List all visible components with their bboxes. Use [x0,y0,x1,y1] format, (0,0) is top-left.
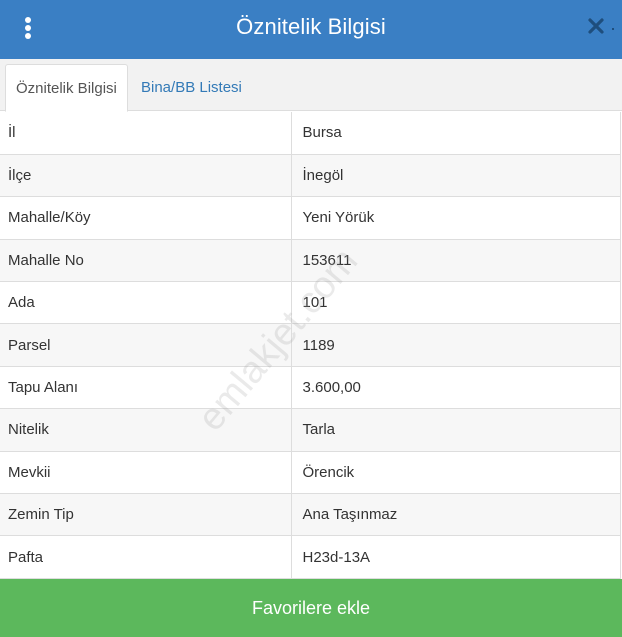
attribute-key: Ada [0,281,292,325]
attribute-key: Tapu Alanı [0,366,292,410]
table-row: Mahalle/Köy Yeni Yörük [0,196,621,240]
attribute-value: Bursa [291,112,621,155]
attribute-value: İnegöl [291,154,621,198]
table-row: Parsel 1189 [0,323,621,367]
table-row: Zemin Tip Ana Taşınmaz [0,493,621,537]
attribute-key: İlçe [0,154,292,198]
attribute-value: 3.600,00 [291,366,621,410]
attribute-value: Yeni Yörük [291,196,621,240]
add-to-favorites-button[interactable]: Favorilere ekle [0,579,622,637]
attribute-table-container: İl Bursa İlçe İnegöl Mahalle/Köy Yeni Yö… [0,112,622,579]
close-dot [612,28,614,30]
dialog-header: Öznitelik Bilgisi [0,0,622,59]
attribute-key: Mevkii [0,451,292,495]
table-row: Nitelik Tarla [0,408,621,452]
attribute-table: İl Bursa İlçe İnegöl Mahalle/Köy Yeni Yö… [0,112,621,579]
attribute-key: Pafta [0,535,292,579]
attribute-key: Mahalle/Köy [0,196,292,240]
attribute-key: Parsel [0,323,292,367]
attribute-key: Mahalle No [0,239,292,283]
attribute-key: Zemin Tip [0,493,292,537]
attribute-value: Ana Taşınmaz [291,493,621,537]
table-row: İl Bursa [0,112,621,155]
dialog-title: Öznitelik Bilgisi [236,14,386,39]
attribute-value: Örencik [291,451,621,495]
attribute-value: Tarla [291,408,621,452]
table-row: Ada 101 [0,281,621,325]
close-icon[interactable] [586,16,608,38]
table-row: Mevkii Örencik [0,451,621,495]
attribute-value: H23d-13A [291,535,621,579]
table-row: İlçe İnegöl [0,154,621,198]
attribute-value: 153611 [291,239,621,283]
attribute-key: İl [0,112,292,155]
attribute-value: 101 [291,281,621,325]
table-row: Mahalle No 153611 [0,239,621,283]
attribute-value: 1189 [291,323,621,367]
table-row: Tapu Alanı 3.600,00 [0,366,621,410]
attribute-key: Nitelik [0,408,292,452]
tab-bar: Öznitelik Bilgisi Bina/BB Listesi [0,59,622,112]
tab-building-list[interactable]: Bina/BB Listesi [131,64,252,111]
tab-attribute-info[interactable]: Öznitelik Bilgisi [5,64,128,112]
table-row: Pafta H23d-13A [0,535,621,579]
